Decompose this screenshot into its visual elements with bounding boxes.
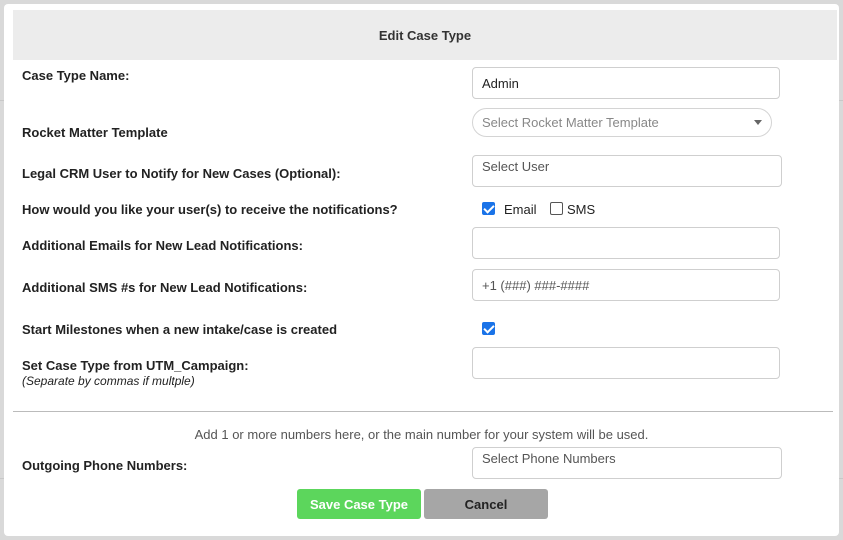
notification-method-label: How would you like your user(s) to recei… [22,202,398,217]
additional-emails-input[interactable] [472,227,780,259]
email-checkbox[interactable] [482,202,495,215]
email-checkbox-label: Email [504,202,537,217]
modal-header: Edit Case Type [13,10,837,60]
utm-campaign-input[interactable] [472,347,780,379]
section-divider [13,411,833,412]
rocket-matter-template-select[interactable]: Select Rocket Matter Template [472,108,772,137]
chevron-down-icon [754,120,762,125]
outgoing-phone-numbers-label: Outgoing Phone Numbers: [22,458,188,473]
select-phone-numbers-placeholder: Select Phone Numbers [482,451,616,466]
rocket-matter-template-label: Rocket Matter Template [22,125,168,140]
edit-case-type-modal: Edit Case Type Case Type Name: Rocket Ma… [4,4,839,536]
case-type-name-input[interactable] [472,67,780,99]
additional-sms-label: Additional SMS #s for New Lead Notificat… [22,280,308,295]
utm-campaign-sublabel: (Separate by commas if multple) [22,374,195,388]
sms-checkbox-label: SMS [567,202,596,217]
phone-numbers-hint: Add 1 or more numbers here, or the main … [194,427,649,442]
crm-user-label: Legal CRM User to Notify for New Cases (… [22,166,341,181]
select-user-placeholder: Select User [482,159,550,174]
sms-checkbox[interactable] [550,202,563,215]
start-milestones-label: Start Milestones when a new intake/case … [22,322,338,337]
modal-title: Edit Case Type [378,27,472,43]
save-case-type-button[interactable]: Save Case Type [297,489,421,519]
select-user-field[interactable]: Select User [472,155,782,187]
utm-campaign-label: Set Case Type from UTM_Campaign: [22,358,249,373]
start-milestones-checkbox[interactable] [482,322,495,335]
cancel-button[interactable]: Cancel [424,489,548,519]
case-type-name-label: Case Type Name: [22,68,130,83]
additional-sms-input[interactable] [472,269,780,301]
outgoing-phone-numbers-field[interactable]: Select Phone Numbers [472,447,782,479]
additional-emails-label: Additional Emails for New Lead Notificat… [22,238,303,253]
rocket-matter-template-placeholder: Select Rocket Matter Template [482,115,659,130]
